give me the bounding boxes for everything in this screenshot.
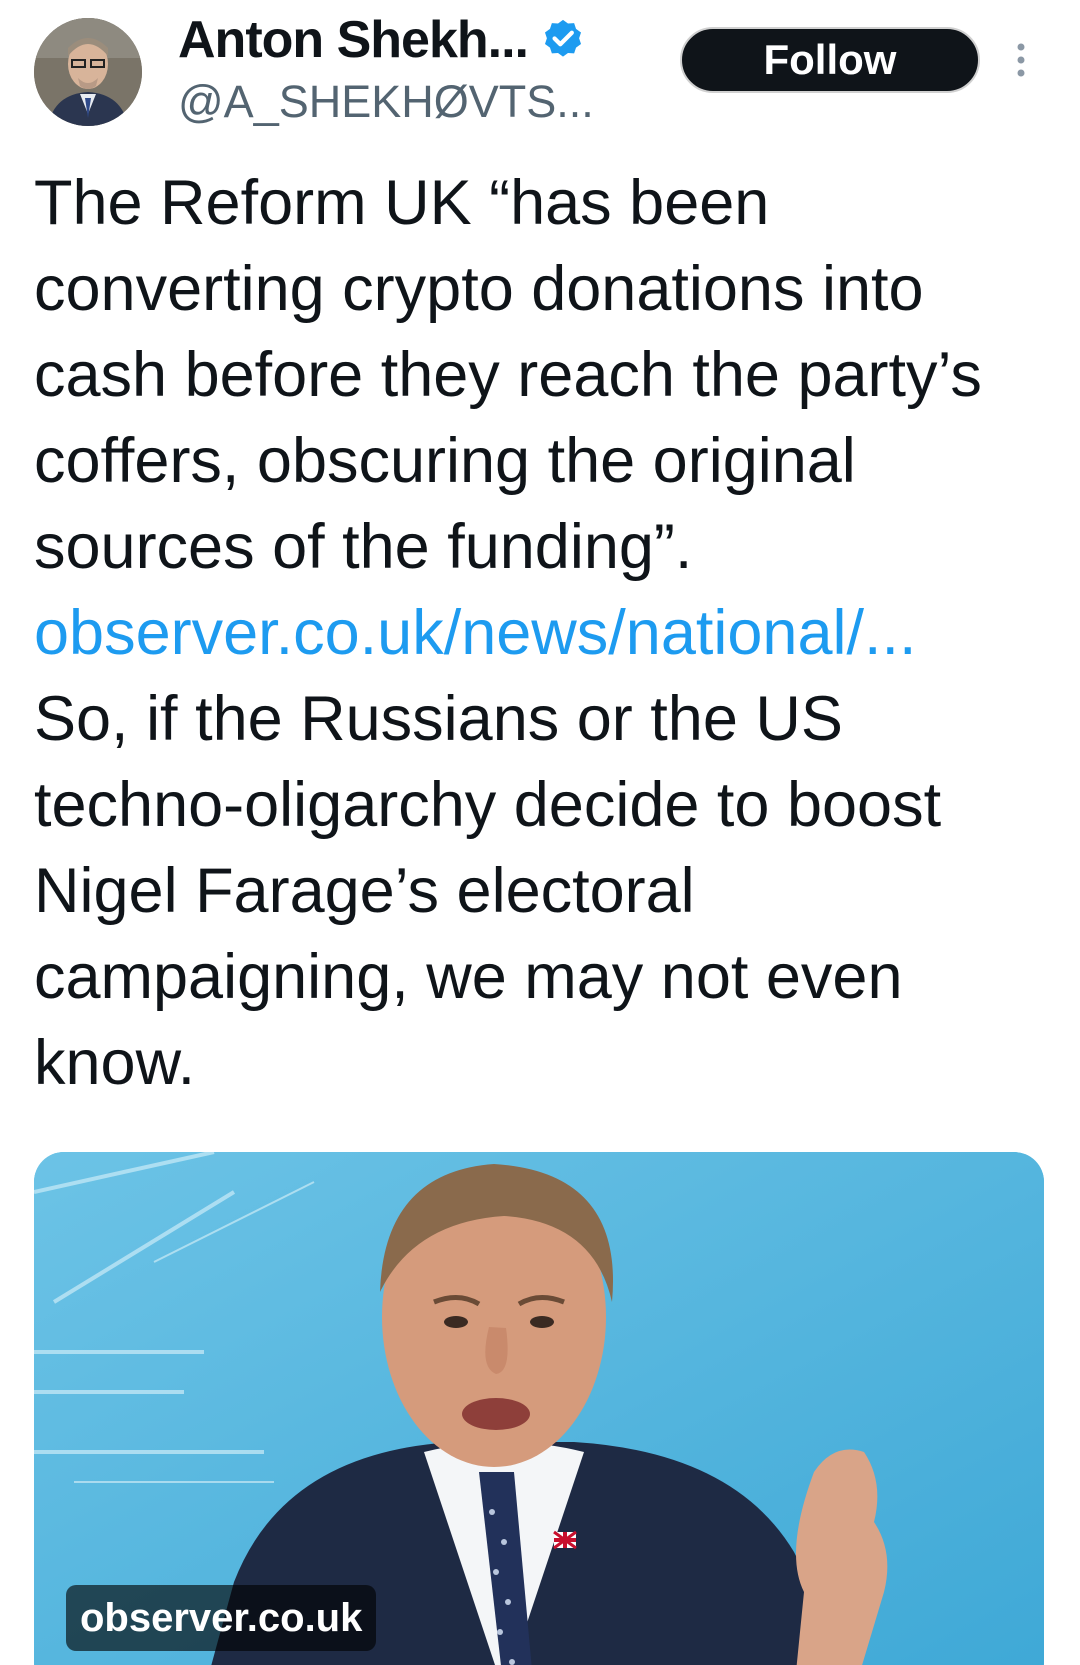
tweet-paragraph-2: So, if the Russians or the US techno-oli… [34, 684, 942, 1098]
author-avatar[interactable] [34, 18, 142, 126]
author-name-row[interactable]: Anton Shekh... [178, 8, 586, 72]
tweet-text: The Reform UK “has been converting crypt… [34, 160, 1044, 1106]
link-source-label: observer.co.uk [66, 1585, 377, 1651]
tweet-paragraph-1: The Reform UK “has been converting crypt… [34, 168, 982, 582]
author-display-name[interactable]: Anton Shekh... [178, 10, 529, 70]
tweet-link[interactable]: observer.co.uk/news/national/... [34, 590, 1044, 676]
link-preview-card[interactable]: observer.co.uk [34, 1152, 1044, 1665]
author-handle[interactable]: @A_SHEKHØVTS... [178, 76, 594, 128]
follow-button[interactable]: Follow [680, 27, 980, 93]
tweet-card[interactable]: Anton Shekh... @A_SHEKHØVTS... Follow Th… [0, 0, 1080, 1665]
verified-badge-icon [540, 17, 586, 63]
more-options-icon[interactable] [1010, 40, 1032, 80]
